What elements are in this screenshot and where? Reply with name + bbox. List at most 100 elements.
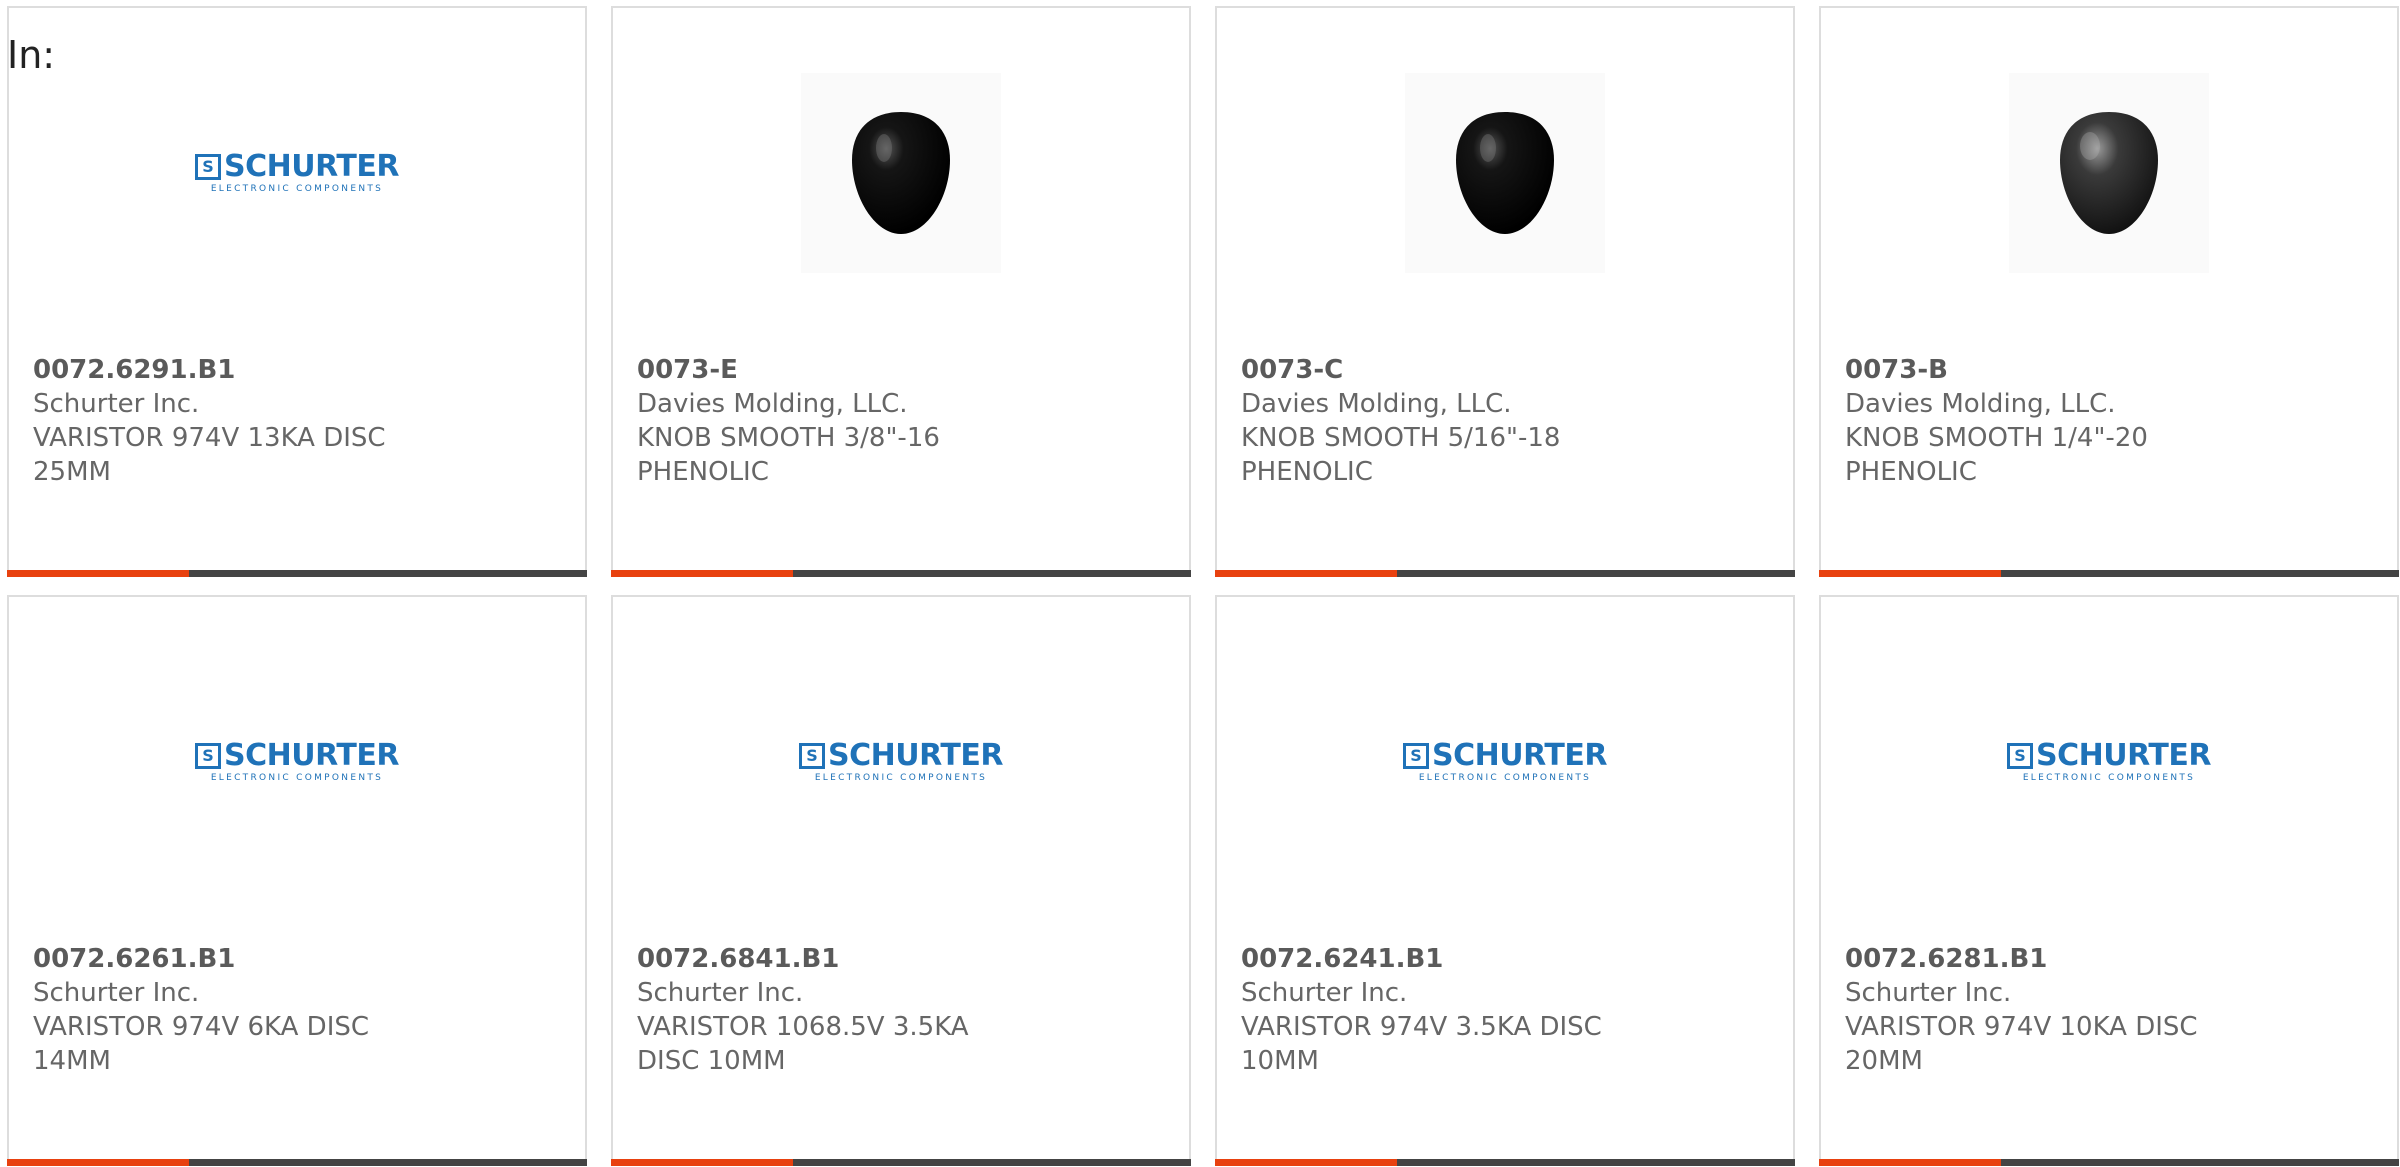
schurter-logo-icon: S SCHURTER ELECTRONIC COMPONENTS — [2007, 741, 2211, 783]
bar-accent-segment — [7, 570, 189, 577]
bar-dark-segment — [2001, 1159, 2399, 1166]
logo-mark: S — [799, 743, 826, 769]
product-description: VARISTOR 974V 13KA DISC 25MM — [33, 423, 386, 487]
card-accent-bar — [1819, 1159, 2399, 1166]
product-image[interactable]: S SCHURTER ELECTRONIC COMPONENTS — [1821, 652, 2397, 872]
product-card[interactable]: S SCHURTER ELECTRONIC COMPONENTS 0072.68… — [611, 595, 1191, 1166]
bar-accent-segment — [611, 570, 793, 577]
knob-image-bg — [801, 73, 1001, 273]
logo-name: SCHURTER — [224, 738, 399, 773]
product-description: VARISTOR 974V 3.5KA DISC 10MM — [1241, 1012, 1602, 1076]
manufacturer-name: Davies Molding, LLC. — [1845, 389, 2116, 419]
logo-subtitle: ELECTRONIC COMPONENTS — [210, 773, 384, 783]
product-info: 0072.6841.B1 Schurter Inc. VARISTOR 1068… — [637, 942, 1165, 1078]
part-number-link[interactable]: 0073-C — [1241, 353, 1769, 387]
product-card[interactable]: 0073-E Davies Molding, LLC. KNOB SMOOTH … — [611, 6, 1191, 577]
product-info: 0072.6281.B1 Schurter Inc. VARISTOR 974V… — [1845, 942, 2373, 1078]
card-accent-bar — [1215, 1159, 1795, 1166]
filter-in-label: In: — [7, 33, 56, 77]
logo-subtitle: ELECTRONIC COMPONENTS — [1418, 773, 1592, 783]
bar-dark-segment — [189, 1159, 587, 1166]
product-card[interactable]: S SCHURTER ELECTRONIC COMPONENTS 0072.62… — [1215, 595, 1795, 1166]
bar-dark-segment — [1397, 570, 1795, 577]
part-number-link[interactable]: 0072.6281.B1 — [1845, 942, 2373, 976]
logo-name: SCHURTER — [224, 149, 399, 184]
manufacturer-name: Schurter Inc. — [1845, 978, 2012, 1008]
bar-dark-segment — [793, 1159, 1191, 1166]
product-grid: S SCHURTER ELECTRONIC COMPONENTS 0072.62… — [7, 6, 2399, 1166]
product-image[interactable] — [1217, 63, 1793, 283]
logo-mark: S — [195, 743, 222, 769]
product-image[interactable]: S SCHURTER ELECTRONIC COMPONENTS — [613, 652, 1189, 872]
bar-dark-segment — [793, 570, 1191, 577]
knob-icon — [2060, 112, 2158, 234]
product-description: VARISTOR 974V 6KA DISC 14MM — [33, 1012, 370, 1076]
product-info: 0072.6261.B1 Schurter Inc. VARISTOR 974V… — [33, 942, 561, 1078]
bar-dark-segment — [2001, 570, 2399, 577]
logo-mark: S — [2007, 743, 2034, 769]
card-accent-bar — [1215, 570, 1795, 577]
product-listing-page: In: S SCHURTER ELECTRONIC COMPONENTS 007… — [0, 0, 2400, 1167]
product-card[interactable]: 0073-B Davies Molding, LLC. KNOB SMOOTH … — [1819, 6, 2399, 577]
logo-subtitle: ELECTRONIC COMPONENTS — [210, 184, 384, 194]
schurter-logo-icon: S SCHURTER ELECTRONIC COMPONENTS — [195, 741, 399, 783]
logo-subtitle: ELECTRONIC COMPONENTS — [814, 773, 988, 783]
logo-mark: S — [1403, 743, 1430, 769]
knob-image-bg — [1405, 73, 1605, 273]
logo-name: SCHURTER — [1432, 738, 1607, 773]
manufacturer-name: Schurter Inc. — [33, 978, 200, 1008]
product-info: 0073-B Davies Molding, LLC. KNOB SMOOTH … — [1845, 353, 2373, 489]
knob-icon — [852, 112, 950, 234]
logo-name: SCHURTER — [828, 738, 1003, 773]
bar-accent-segment — [1215, 1159, 1397, 1166]
manufacturer-name: Schurter Inc. — [33, 389, 200, 419]
manufacturer-name: Schurter Inc. — [1241, 978, 1408, 1008]
manufacturer-name: Davies Molding, LLC. — [1241, 389, 1512, 419]
card-accent-bar — [7, 1159, 587, 1166]
product-card[interactable]: 0073-C Davies Molding, LLC. KNOB SMOOTH … — [1215, 6, 1795, 577]
schurter-logo-icon: S SCHURTER ELECTRONIC COMPONENTS — [195, 152, 399, 194]
part-number-link[interactable]: 0072.6291.B1 — [33, 353, 561, 387]
logo-mark: S — [195, 154, 222, 180]
product-description: KNOB SMOOTH 1/4"-20 PHENOLIC — [1845, 423, 2148, 487]
part-number-link[interactable]: 0072.6841.B1 — [637, 942, 1165, 976]
product-image[interactable] — [613, 63, 1189, 283]
schurter-logo-icon: S SCHURTER ELECTRONIC COMPONENTS — [1403, 741, 1607, 783]
product-info: 0072.6291.B1 Schurter Inc. VARISTOR 974V… — [33, 353, 561, 489]
product-description: KNOB SMOOTH 5/16"-18 PHENOLIC — [1241, 423, 1561, 487]
schurter-logo-icon: S SCHURTER ELECTRONIC COMPONENTS — [799, 741, 1003, 783]
logo-subtitle: ELECTRONIC COMPONENTS — [2022, 773, 2196, 783]
product-card[interactable]: S SCHURTER ELECTRONIC COMPONENTS 0072.62… — [7, 6, 587, 577]
product-image[interactable]: S SCHURTER ELECTRONIC COMPONENTS — [9, 652, 585, 872]
product-description: KNOB SMOOTH 3/8"-16 PHENOLIC — [637, 423, 940, 487]
bar-accent-segment — [1819, 570, 2001, 577]
product-description: VARISTOR 974V 10KA DISC 20MM — [1845, 1012, 2198, 1076]
product-image[interactable]: S SCHURTER ELECTRONIC COMPONENTS — [9, 63, 585, 283]
manufacturer-name: Davies Molding, LLC. — [637, 389, 908, 419]
product-image[interactable]: S SCHURTER ELECTRONIC COMPONENTS — [1217, 652, 1793, 872]
knob-icon — [1456, 112, 1554, 234]
product-image[interactable] — [1821, 63, 2397, 283]
card-accent-bar — [611, 1159, 1191, 1166]
product-info: 0073-C Davies Molding, LLC. KNOB SMOOTH … — [1241, 353, 1769, 489]
part-number-link[interactable]: 0072.6261.B1 — [33, 942, 561, 976]
part-number-link[interactable]: 0072.6241.B1 — [1241, 942, 1769, 976]
knob-image-bg — [2009, 73, 2209, 273]
product-info: 0073-E Davies Molding, LLC. KNOB SMOOTH … — [637, 353, 1165, 489]
bar-accent-segment — [611, 1159, 793, 1166]
part-number-link[interactable]: 0073-E — [637, 353, 1165, 387]
product-card[interactable]: S SCHURTER ELECTRONIC COMPONENTS 0072.62… — [1819, 595, 2399, 1166]
bar-accent-segment — [1215, 570, 1397, 577]
card-accent-bar — [7, 570, 587, 577]
product-description: VARISTOR 1068.5V 3.5KA DISC 10MM — [637, 1012, 969, 1076]
part-number-link[interactable]: 0073-B — [1845, 353, 2373, 387]
bar-dark-segment — [189, 570, 587, 577]
product-info: 0072.6241.B1 Schurter Inc. VARISTOR 974V… — [1241, 942, 1769, 1078]
bar-accent-segment — [7, 1159, 189, 1166]
product-card[interactable]: S SCHURTER ELECTRONIC COMPONENTS 0072.62… — [7, 595, 587, 1166]
bar-dark-segment — [1397, 1159, 1795, 1166]
logo-name: SCHURTER — [2036, 738, 2211, 773]
manufacturer-name: Schurter Inc. — [637, 978, 804, 1008]
card-accent-bar — [611, 570, 1191, 577]
bar-accent-segment — [1819, 1159, 2001, 1166]
